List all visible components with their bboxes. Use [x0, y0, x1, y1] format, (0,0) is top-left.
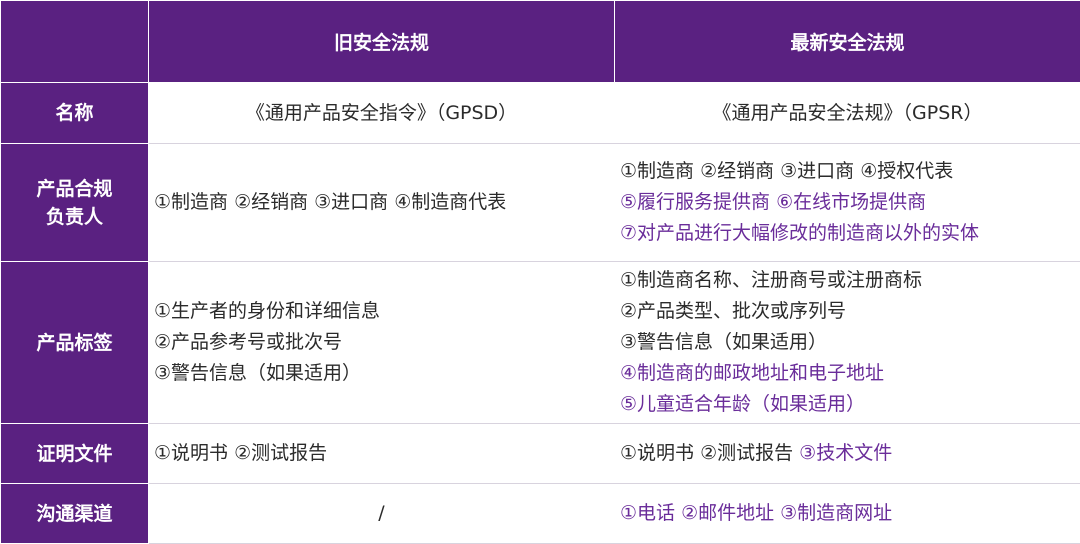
table-row-label: 产品标签 ①生产者的身份和详细信息 ②产品参考号或批次号 ③警告信息（如果适用）… [0, 261, 1080, 424]
new-responsible-cell: ①制造商 ②经销商 ③进口商 ④授权代表 ⑤履行服务提供商 ⑥在线市场提供商 ⑦… [614, 143, 1080, 262]
table-row-responsible: 产品合规 负责人 ①制造商 ②经销商 ③进口商 ④制造商代表 ①制造商 ②经销商… [0, 143, 1080, 262]
header-row: 旧安全法规 最新安全法规 [0, 0, 1080, 83]
row-label-channels: 沟通渠道 [0, 483, 149, 544]
new-responsible-line1: ①制造商 ②经销商 ③进口商 ④授权代表 [620, 160, 954, 182]
old-name-cell: 《通用产品安全指令》（GPSD） [148, 82, 615, 144]
old-regulation-header: 旧安全法规 [148, 0, 615, 83]
corner-cell [0, 0, 149, 83]
table-row-name: 名称 《通用产品安全指令》（GPSD） 《通用产品安全法规》（GPSR） [0, 82, 1080, 144]
new-docs-cell: ①说明书 ②测试报告 ③技术文件 [614, 423, 1080, 484]
new-docs-normal: ①说明书 ②测试报告 [620, 442, 800, 464]
new-channels-cell: ①电话 ②邮件地址 ③制造商网址 [614, 483, 1080, 544]
row-label-responsible-line1: 产品合规 [36, 177, 113, 200]
row-label-responsible-line2: 负责人 [45, 205, 103, 228]
new-regulation-header: 最新安全法规 [614, 0, 1080, 83]
new-label-line1: ①制造商名称、注册商号或注册商标 [620, 269, 923, 291]
old-label-cell: ①生产者的身份和详细信息 ②产品参考号或批次号 ③警告信息（如果适用） [148, 261, 615, 424]
old-responsible-cell: ①制造商 ②经销商 ③进口商 ④制造商代表 [148, 143, 615, 262]
row-label-product-label: 产品标签 [0, 261, 149, 424]
old-label-line1: ①生产者的身份和详细信息 [154, 300, 381, 322]
new-responsible-line3: ⑦对产品进行大幅修改的制造商以外的实体 [620, 222, 980, 244]
row-label-docs: 证明文件 [0, 423, 149, 484]
old-channels-cell: / [148, 483, 615, 544]
row-label-responsible: 产品合规 负责人 [0, 143, 149, 262]
new-name-cell: 《通用产品安全法规》（GPSR） [614, 82, 1080, 144]
new-label-cell: ①制造商名称、注册商号或注册商标 ②产品类型、批次或序列号 ③警告信息（如果适用… [614, 261, 1080, 424]
row-label-name: 名称 [0, 82, 149, 144]
old-docs-cell: ①说明书 ②测试报告 [148, 423, 615, 484]
new-label-line4: ④制造商的邮政地址和电子地址 [620, 362, 885, 384]
new-label-line2: ②产品类型、批次或序列号 [620, 300, 847, 322]
new-label-line5: ⑤儿童适合年龄（如果适用） [620, 393, 866, 415]
old-label-line3: ③警告信息（如果适用） [154, 362, 362, 384]
table-row-channels: 沟通渠道 / ①电话 ②邮件地址 ③制造商网址 [0, 483, 1080, 544]
new-responsible-line2: ⑤履行服务提供商 ⑥在线市场提供商 [620, 191, 927, 213]
new-label-line3: ③警告信息（如果适用） [620, 331, 828, 353]
new-docs-highlight: ③技术文件 [799, 442, 893, 464]
old-label-line2: ②产品参考号或批次号 [154, 331, 343, 353]
table-row-docs: 证明文件 ①说明书 ②测试报告 ①说明书 ②测试报告 ③技术文件 [0, 423, 1080, 484]
regulation-comparison-table: 旧安全法规 最新安全法规 名称 《通用产品安全指令》（GPSD） 《通用产品安全… [0, 0, 1080, 544]
